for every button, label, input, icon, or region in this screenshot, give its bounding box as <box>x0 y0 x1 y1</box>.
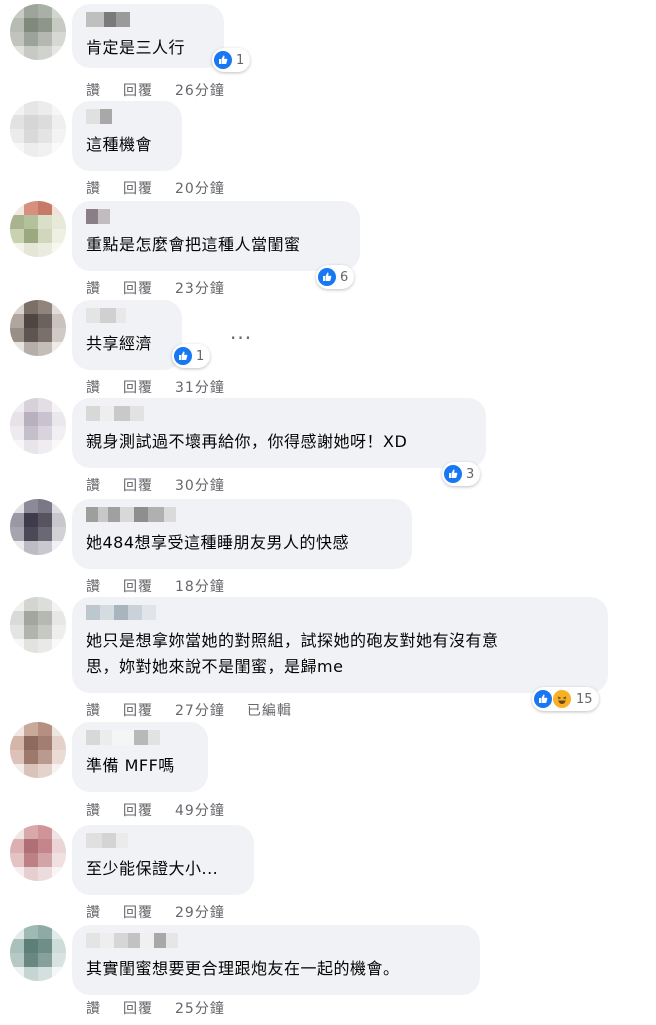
avatar[interactable] <box>10 925 66 981</box>
like-button[interactable]: 讚 <box>86 178 101 198</box>
timestamp[interactable]: 31分鐘 <box>175 377 225 397</box>
comment-text: 至少能保證大小... <box>86 859 219 878</box>
like-icon <box>444 465 462 483</box>
like-icon <box>214 51 232 69</box>
comment-text: 準備 MFF嗎 <box>86 756 175 775</box>
avatar[interactable] <box>10 499 66 555</box>
reaction-count[interactable]: 15 <box>532 687 599 711</box>
haha-icon <box>552 689 572 709</box>
comment-text: 親身測試過不壞再給你，你得感謝她呀！XD <box>86 432 408 451</box>
commenter-name[interactable] <box>86 12 210 27</box>
avatar[interactable] <box>10 398 66 454</box>
commenter-name[interactable] <box>86 109 168 124</box>
avatar[interactable] <box>10 597 66 653</box>
comment-actions: 讚 回覆 18分鐘 <box>86 576 225 596</box>
timestamp[interactable]: 23分鐘 <box>175 278 225 298</box>
timestamp[interactable]: 18分鐘 <box>175 576 225 596</box>
reaction-count[interactable]: 1 <box>172 344 211 368</box>
comment-actions: 讚 回覆 26分鐘 <box>86 80 225 100</box>
comment-actions: 讚 回覆 23分鐘 <box>86 278 225 298</box>
comment-bubble: 重點是怎麼會把這種人當閨蜜 <box>72 201 360 271</box>
comment-text: 她只是想拿妳當她的對照組，試探她的砲友對她有沒有意 思，妳對她來說不是閨蜜，是歸… <box>86 631 499 676</box>
timestamp[interactable]: 20分鐘 <box>175 178 225 198</box>
like-button[interactable]: 讚 <box>86 377 101 397</box>
comment-actions: 讚 回覆 27分鐘 已編輯 <box>86 700 292 720</box>
commenter-name[interactable] <box>86 933 466 948</box>
reply-button[interactable]: 回覆 <box>123 80 153 100</box>
timestamp[interactable]: 27分鐘 <box>175 700 225 720</box>
comment-text: 她484想享受這種睡朋友男人的快感 <box>86 533 350 552</box>
commenter-name[interactable] <box>86 308 168 323</box>
comment-bubble: 其實閨蜜想要更合理跟炮友在一起的機會。 <box>72 925 480 995</box>
timestamp[interactable]: 29分鐘 <box>175 902 225 922</box>
comment-text: 共享經濟 <box>86 334 153 353</box>
reply-button[interactable]: 回覆 <box>123 700 153 720</box>
reply-button[interactable]: 回覆 <box>123 377 153 397</box>
reaction-count[interactable]: 1 <box>212 48 251 72</box>
comment-bubble: 她484想享受這種睡朋友男人的快感 <box>72 499 412 569</box>
comment-actions: 讚 回覆 29分鐘 <box>86 902 225 922</box>
like-icon <box>534 690 552 708</box>
reply-button[interactable]: 回覆 <box>123 576 153 596</box>
like-button[interactable]: 讚 <box>86 576 101 596</box>
like-button[interactable]: 讚 <box>86 902 101 922</box>
reaction-count[interactable]: 6 <box>316 265 355 289</box>
like-button[interactable]: 讚 <box>86 700 101 720</box>
comment-actions: 讚 回覆 31分鐘 <box>86 377 225 397</box>
commenter-name[interactable] <box>86 833 240 848</box>
like-icon <box>174 347 192 365</box>
commenter-name[interactable] <box>86 730 194 745</box>
comment-bubble: 親身測試過不壞再給你，你得感謝她呀！XD <box>72 398 486 468</box>
comment-text: 重點是怎麼會把這種人當閨蜜 <box>86 235 301 254</box>
avatar[interactable] <box>10 825 66 881</box>
like-button[interactable]: 讚 <box>86 800 101 820</box>
like-icon <box>318 268 336 286</box>
comment-bubble: 這種機會 <box>72 101 182 171</box>
comment-bubble: 至少能保證大小... <box>72 825 254 895</box>
commenter-name[interactable] <box>86 209 346 224</box>
comment-bubble: 準備 MFF嗎 <box>72 722 208 792</box>
avatar[interactable] <box>10 4 66 60</box>
comment-bubble: 她只是想拿妳當她的對照組，試探她的砲友對她有沒有意 思，妳對她來說不是閨蜜，是歸… <box>72 597 608 693</box>
comment-text: 肯定是三人行 <box>86 38 186 57</box>
timestamp[interactable]: 26分鐘 <box>175 80 225 100</box>
reply-button[interactable]: 回覆 <box>123 475 153 495</box>
reply-button[interactable]: 回覆 <box>123 278 153 298</box>
avatar[interactable] <box>10 101 66 157</box>
comment-actions: 讚 回覆 49分鐘 <box>86 800 225 820</box>
comment-actions: 讚 回覆 30分鐘 <box>86 475 225 495</box>
comment-actions: 讚 回覆 25分鐘 <box>86 998 225 1018</box>
comment-bubble: 肯定是三人行 <box>72 4 224 68</box>
avatar[interactable] <box>10 201 66 257</box>
reply-button[interactable]: 回覆 <box>123 178 153 198</box>
comment-text: 這種機會 <box>86 135 153 154</box>
timestamp[interactable]: 49分鐘 <box>175 800 225 820</box>
avatar[interactable] <box>10 300 66 356</box>
avatar[interactable] <box>10 722 66 778</box>
timestamp[interactable]: 25分鐘 <box>175 998 225 1018</box>
commenter-name[interactable] <box>86 406 472 421</box>
comment-bubble: 共享經濟 <box>72 300 182 370</box>
reaction-count[interactable]: 3 <box>442 462 481 486</box>
reply-button[interactable]: 回覆 <box>123 998 153 1018</box>
comment-text: 其實閨蜜想要更合理跟炮友在一起的機會。 <box>86 959 400 978</box>
like-button[interactable]: 讚 <box>86 998 101 1018</box>
more-options-button[interactable]: ··· <box>230 326 252 350</box>
edited-label: 已編輯 <box>246 703 292 719</box>
timestamp[interactable]: 30分鐘 <box>175 475 225 495</box>
like-button[interactable]: 讚 <box>86 475 101 495</box>
like-button[interactable]: 讚 <box>86 80 101 100</box>
comment-actions: 讚 回覆 20分鐘 <box>86 178 225 198</box>
reply-button[interactable]: 回覆 <box>123 902 153 922</box>
like-button[interactable]: 讚 <box>86 278 101 298</box>
commenter-name[interactable] <box>86 605 594 620</box>
commenter-name[interactable] <box>86 507 398 522</box>
reply-button[interactable]: 回覆 <box>123 800 153 820</box>
